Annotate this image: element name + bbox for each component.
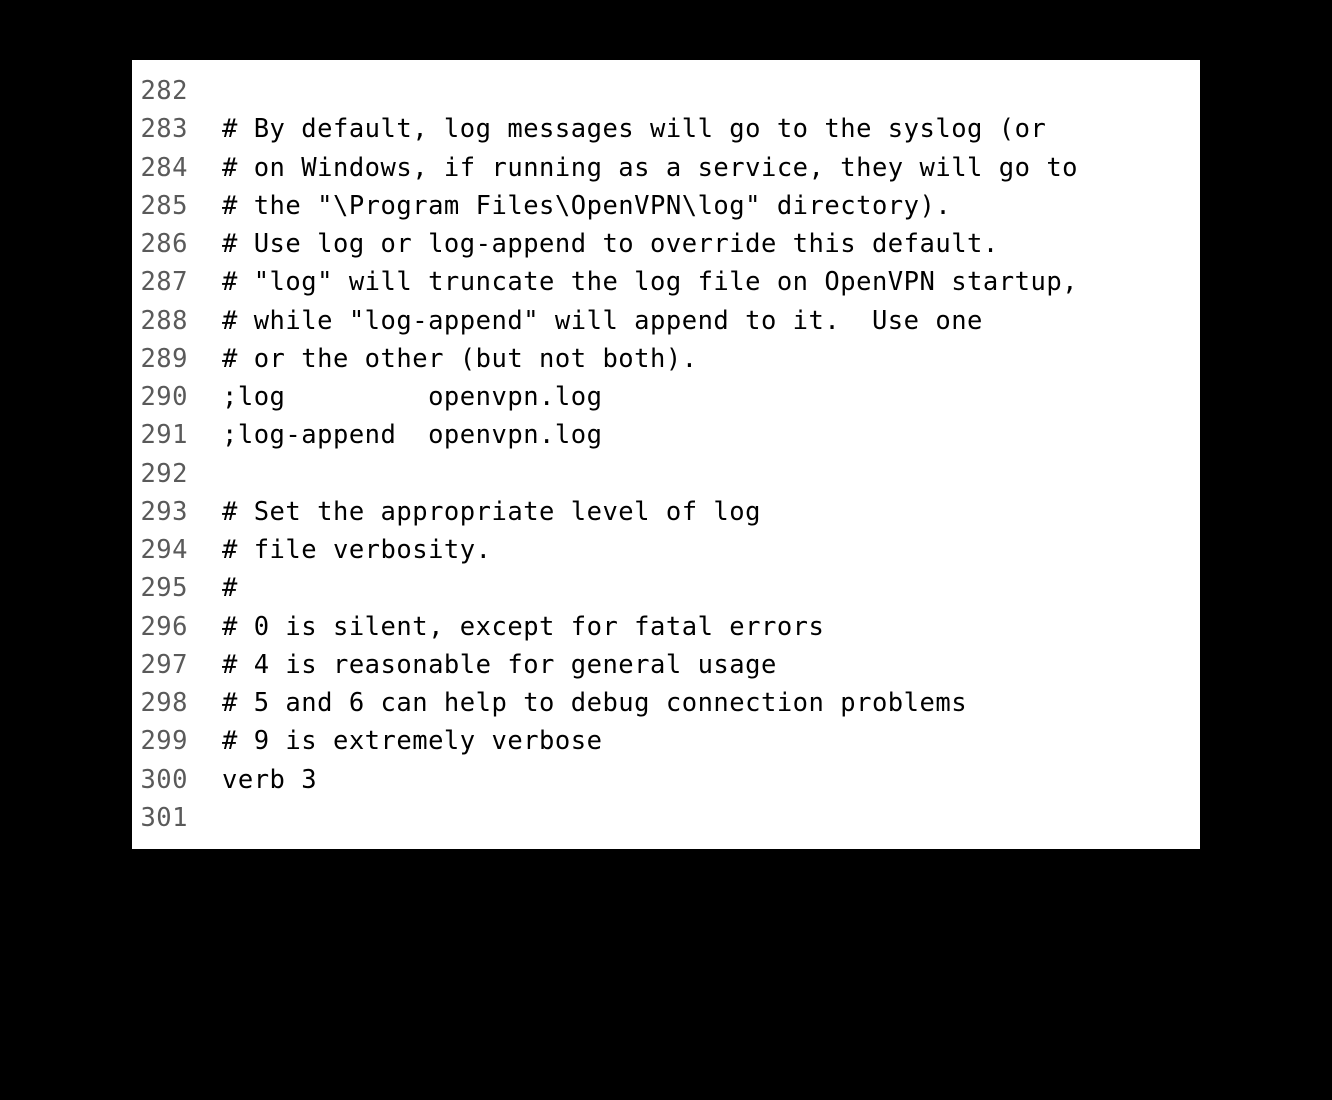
code-line[interactable]: 301 (132, 799, 1200, 837)
line-number: 289 (132, 340, 222, 378)
code-line[interactable]: 287 # "log" will truncate the log file o… (132, 263, 1200, 301)
line-content: # Use log or log-append to override this… (222, 225, 1200, 263)
code-line[interactable]: 284 # on Windows, if running as a servic… (132, 149, 1200, 187)
line-number: 295 (132, 569, 222, 607)
code-line[interactable]: 282 (132, 72, 1200, 110)
line-content: ;log-append openvpn.log (222, 416, 1200, 454)
line-content: # 9 is extremely verbose (222, 722, 1200, 760)
code-line[interactable]: 297 # 4 is reasonable for general usage (132, 646, 1200, 684)
code-line[interactable]: 289 # or the other (but not both). (132, 340, 1200, 378)
line-number: 294 (132, 531, 222, 569)
line-number: 291 (132, 416, 222, 454)
line-number: 292 (132, 455, 222, 493)
code-line[interactable]: 294 # file verbosity. (132, 531, 1200, 569)
line-number: 293 (132, 493, 222, 531)
line-content: # Set the appropriate level of log (222, 493, 1200, 531)
line-number: 285 (132, 187, 222, 225)
line-content: # 4 is reasonable for general usage (222, 646, 1200, 684)
code-line[interactable]: 283 # By default, log messages will go t… (132, 110, 1200, 148)
line-number: 301 (132, 799, 222, 837)
code-line[interactable]: 295 # (132, 569, 1200, 607)
line-content: # the "\Program Files\OpenVPN\log" direc… (222, 187, 1200, 225)
code-line[interactable]: 298 # 5 and 6 can help to debug connecti… (132, 684, 1200, 722)
code-line[interactable]: 299 # 9 is extremely verbose (132, 722, 1200, 760)
code-line[interactable]: 286 # Use log or log-append to override … (132, 225, 1200, 263)
code-line[interactable]: 288 # while "log-append" will append to … (132, 302, 1200, 340)
line-content: # file verbosity. (222, 531, 1200, 569)
line-number: 298 (132, 684, 222, 722)
line-number: 284 (132, 149, 222, 187)
code-line[interactable]: 291 ;log-append openvpn.log (132, 416, 1200, 454)
line-content: # on Windows, if running as a service, t… (222, 149, 1200, 187)
line-content: # while "log-append" will append to it. … (222, 302, 1200, 340)
line-number: 288 (132, 302, 222, 340)
code-line[interactable]: 293 # Set the appropriate level of log (132, 493, 1200, 531)
line-content: # "log" will truncate the log file on Op… (222, 263, 1200, 301)
line-number: 287 (132, 263, 222, 301)
code-line[interactable]: 296 # 0 is silent, except for fatal erro… (132, 608, 1200, 646)
code-line[interactable]: 290 ;log openvpn.log (132, 378, 1200, 416)
line-number: 300 (132, 761, 222, 799)
line-content: # 0 is silent, except for fatal errors (222, 608, 1200, 646)
line-number: 290 (132, 378, 222, 416)
line-content: # or the other (but not both). (222, 340, 1200, 378)
code-line[interactable]: 285 # the "\Program Files\OpenVPN\log" d… (132, 187, 1200, 225)
line-number: 297 (132, 646, 222, 684)
line-number: 283 (132, 110, 222, 148)
code-line[interactable]: 300 verb 3 (132, 761, 1200, 799)
line-content: # (222, 569, 1200, 607)
line-number: 299 (132, 722, 222, 760)
line-number: 286 (132, 225, 222, 263)
line-content: verb 3 (222, 761, 1200, 799)
line-number: 296 (132, 608, 222, 646)
code-line[interactable]: 292 (132, 455, 1200, 493)
line-content: ;log openvpn.log (222, 378, 1200, 416)
line-number: 282 (132, 72, 222, 110)
line-content: # 5 and 6 can help to debug connection p… (222, 684, 1200, 722)
line-content: # By default, log messages will go to th… (222, 110, 1200, 148)
code-editor[interactable]: 282 283 # By default, log messages will … (132, 60, 1200, 849)
